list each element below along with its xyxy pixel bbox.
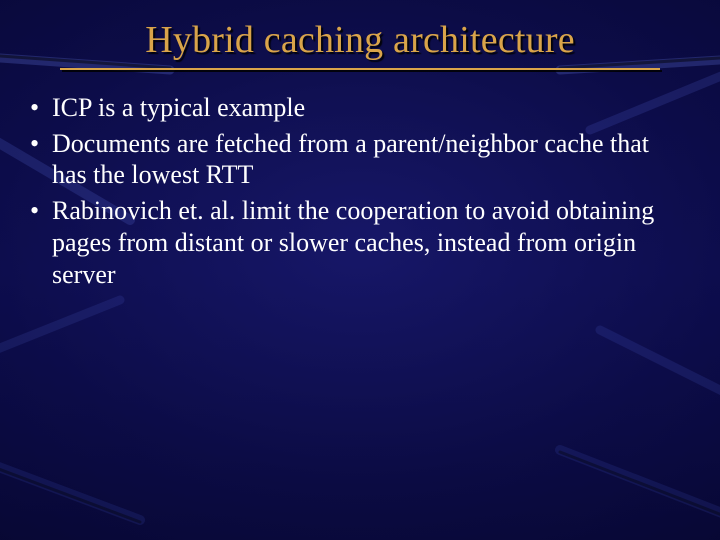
list-item: • Documents are fetched from a parent/ne… (28, 128, 680, 191)
title-area: Hybrid caching architecture (0, 18, 720, 70)
slide: Hybrid caching architecture • ICP is a t… (0, 0, 720, 540)
bullet-dot: • (28, 92, 52, 124)
bullet-list: • ICP is a typical example • Documents a… (28, 92, 680, 294)
bullet-dot: • (28, 195, 52, 290)
bullet-dot: • (28, 128, 52, 191)
bullet-text: ICP is a typical example (52, 92, 680, 124)
list-item: • ICP is a typical example (28, 92, 680, 124)
bullet-text: Documents are fetched from a parent/neig… (52, 128, 680, 191)
list-item: • Rabinovich et. al. limit the cooperati… (28, 195, 680, 290)
title-underline (60, 68, 660, 70)
bullet-text: Rabinovich et. al. limit the cooperation… (52, 195, 680, 290)
slide-title: Hybrid caching architecture (145, 18, 575, 62)
